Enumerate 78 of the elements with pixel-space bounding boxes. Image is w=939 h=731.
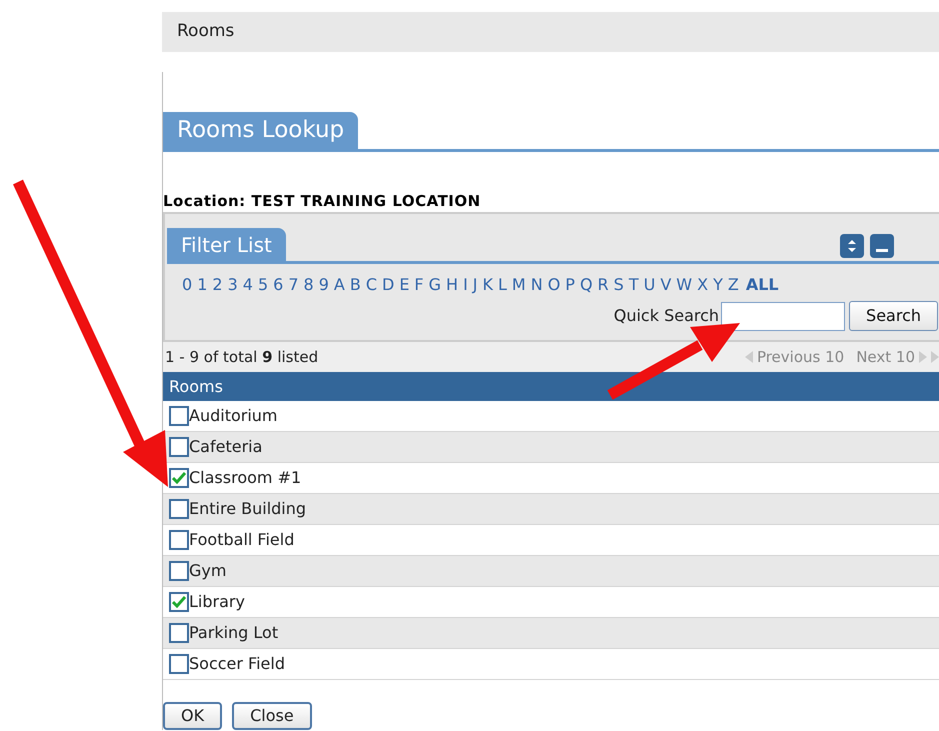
index-link[interactable]: T (628, 275, 639, 295)
room-name: Cafeteria (189, 436, 262, 458)
room-checkbox[interactable] (169, 530, 189, 550)
index-link[interactable]: N (530, 275, 543, 295)
index-link[interactable]: P (565, 275, 575, 295)
checkmark-icon (172, 596, 186, 608)
room-name: Football Field (189, 529, 294, 551)
index-link[interactable]: I (463, 275, 468, 295)
room-name: Entire Building (189, 498, 306, 520)
index-link[interactable]: W (676, 275, 692, 295)
index-link[interactable]: X (697, 275, 708, 295)
location-label: Location: TEST TRAINING LOCATION (163, 192, 482, 210)
index-link[interactable]: K (482, 275, 493, 295)
index-link[interactable]: 4 (242, 275, 253, 295)
index-link[interactable]: A (334, 275, 345, 295)
room-row[interactable]: Gym (163, 556, 939, 587)
index-link[interactable]: Q (580, 275, 593, 295)
room-checkbox[interactable] (169, 654, 189, 674)
room-name: Auditorium (189, 405, 278, 427)
index-link[interactable]: 0 (182, 275, 192, 295)
room-row[interactable]: Parking Lot (163, 618, 939, 649)
room-name: Parking Lot (189, 622, 278, 644)
index-link[interactable]: M (512, 275, 526, 295)
index-link[interactable]: 8 (304, 275, 314, 295)
index-link[interactable]: Y (713, 275, 723, 295)
room-name: Soccer Field (189, 653, 285, 675)
index-link[interactable]: F (414, 275, 424, 295)
filter-tab[interactable]: Filter List (167, 228, 286, 261)
index-link[interactable]: O (548, 275, 560, 295)
previous-link[interactable]: Previous 10 (756, 346, 844, 368)
sort-icon[interactable] (840, 234, 864, 258)
checkmark-icon (172, 472, 186, 484)
index-link[interactable]: 3 (228, 275, 238, 295)
room-checkbox[interactable] (169, 406, 189, 426)
next-icon (919, 351, 927, 363)
search-button[interactable]: Search (849, 301, 938, 331)
quick-search-field[interactable] (721, 302, 846, 330)
column-header: Rooms (163, 372, 939, 401)
previous-icon (744, 351, 753, 363)
index-link[interactable]: 9 (318, 275, 329, 295)
all-link[interactable]: ALL (746, 275, 779, 295)
room-checkbox[interactable] (169, 499, 189, 519)
dialog-button[interactable]: OK (163, 702, 222, 730)
quick-search-label: Quick Search (614, 305, 720, 327)
index-link[interactable]: J (472, 275, 478, 295)
dialog-button[interactable]: Close (232, 702, 312, 730)
room-name: Gym (189, 560, 226, 582)
index-link[interactable]: H (446, 275, 458, 295)
index-link[interactable]: C (366, 275, 377, 295)
index-link[interactable]: 2 (212, 275, 223, 295)
pager-summary: 1 - 9 of total 9 listed (165, 346, 318, 368)
room-row[interactable]: Entire Building (163, 494, 939, 525)
room-name: Library (189, 591, 245, 613)
index-link[interactable]: R (598, 275, 609, 295)
index-link[interactable]: B (350, 275, 361, 295)
room-checkbox[interactable] (169, 468, 189, 488)
index-link[interactable]: U (644, 275, 656, 295)
index-link[interactable]: D (382, 275, 394, 295)
index-link[interactable]: L (498, 275, 507, 295)
index-link[interactable]: V (660, 275, 672, 295)
room-checkbox[interactable] (169, 561, 189, 581)
index-link[interactable]: 1 (197, 275, 208, 295)
lookup-tab[interactable]: Rooms Lookup (163, 112, 358, 149)
index-link[interactable]: 6 (273, 275, 284, 295)
room-checkbox[interactable] (169, 592, 189, 612)
room-name: Classroom #1 (189, 467, 302, 489)
room-checkbox[interactable] (169, 437, 189, 457)
index-link[interactable]: 7 (288, 275, 298, 295)
index-link[interactable]: S (614, 275, 624, 295)
breadcrumb-text: Rooms (177, 20, 234, 44)
index-link[interactable]: E (399, 275, 410, 295)
index-link[interactable]: Z (728, 275, 739, 295)
minimize-icon[interactable] (870, 234, 894, 258)
next-link[interactable]: Next 10 (856, 346, 915, 368)
index-link[interactable]: 5 (258, 275, 268, 295)
room-checkbox[interactable] (169, 623, 189, 643)
index-link[interactable]: G (428, 275, 442, 295)
room-row[interactable]: Cafeteria (163, 432, 939, 463)
